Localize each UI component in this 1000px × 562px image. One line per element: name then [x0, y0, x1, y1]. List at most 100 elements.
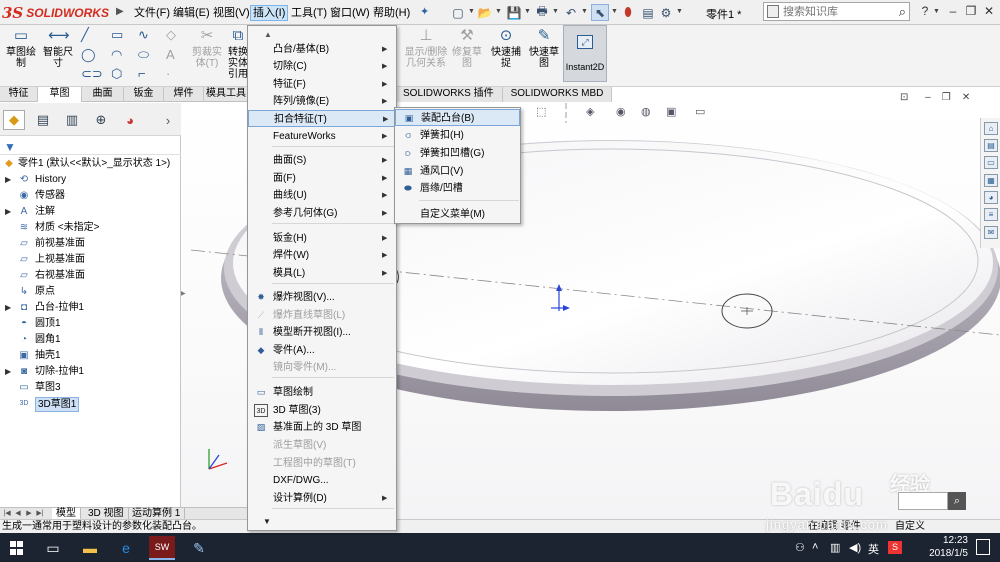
appearances-icon[interactable]: ◕	[984, 191, 998, 204]
chevron-up-icon[interactable]: ˄	[812, 541, 818, 553]
ellipse-tool-icon[interactable]: ⬭	[138, 47, 149, 63]
insert-menu-item[interactable]: 切除(C) ▶	[248, 58, 396, 75]
expand-arrow-icon[interactable]: ▶	[5, 204, 11, 220]
scene-icon[interactable]: ▣	[666, 105, 676, 118]
tab-mold-tools[interactable]: 模具工具	[204, 87, 249, 102]
next-tab-icon[interactable]: ▶	[24, 508, 34, 519]
undo-icon[interactable]: ↶	[562, 4, 580, 21]
tree-item[interactable]: ↳ 原点	[0, 284, 181, 300]
view-settings-icon[interactable]: ▭	[695, 105, 705, 118]
file-properties-icon[interactable]: ▤	[639, 4, 657, 21]
chevron-down-icon[interactable]: ▼	[524, 8, 531, 15]
slot-tool-icon[interactable]: ⊂⊃	[81, 66, 103, 82]
insert-menu-item[interactable]: ◆ 零件(A)...	[248, 342, 396, 359]
restore-button[interactable]: ❐	[962, 4, 980, 20]
tree-item[interactable]: ▱ 前视基准面	[0, 236, 181, 252]
chevron-down-icon[interactable]: ▼	[468, 8, 475, 15]
menu-scroll-down-icon[interactable]: ▼	[263, 517, 271, 526]
network-icon[interactable]: ▥	[830, 541, 840, 554]
tab-sheet-metal[interactable]: 钣金	[124, 87, 164, 102]
insert-menu-item[interactable]: 阵列/镜像(E) ▶	[248, 93, 396, 110]
plane-tool-icon[interactable]: ◇	[166, 27, 176, 43]
tree-item[interactable]: ▱ 上视基准面	[0, 252, 181, 268]
arc-tool-icon[interactable]: ◠	[111, 47, 122, 63]
tree-item[interactable]: ▭ 草图3	[0, 380, 181, 396]
tree-item[interactable]: ▶ A 注解	[0, 204, 181, 220]
first-tab-icon[interactable]: |◀	[2, 508, 12, 519]
dimxpert-manager-tab-icon[interactable]: ⊕	[90, 110, 112, 130]
tree-item[interactable]: ▣ 抽壳1	[0, 348, 181, 364]
tree-filter-row[interactable]: ▼	[0, 137, 181, 155]
rebuild-traffic-light-icon[interactable]: ⬮	[619, 4, 637, 21]
chevron-down-icon[interactable]: ▼	[552, 8, 559, 15]
hide-show-icon[interactable]: ◉	[616, 105, 626, 118]
tab-weldments[interactable]: 焊件	[164, 87, 204, 102]
spline-tool-icon[interactable]: ∿	[138, 27, 149, 43]
volume-icon[interactable]: ◀)	[849, 541, 861, 554]
insert-menu-item[interactable]: 凸台/基体(B) ▶	[248, 41, 396, 58]
view-palette-icon[interactable]: ▦	[984, 174, 998, 187]
chevron-down-icon[interactable]: ▼	[933, 8, 940, 15]
people-icon[interactable]: ⚇	[795, 541, 805, 554]
last-tab-icon[interactable]: ▶|	[35, 508, 45, 519]
solidworks-taskbar-icon[interactable]: SW	[149, 536, 175, 560]
menu-expand-arrow-icon[interactable]: ▶	[116, 6, 124, 17]
tree-item[interactable]: ▶ ⟲ History	[0, 172, 181, 188]
submenu-item[interactable]: ⫐ 弹簧扣凹槽(G)	[395, 145, 520, 162]
menu-insert[interactable]: 插入(I)	[250, 5, 289, 21]
expand-arrow-icon[interactable]: ▶	[5, 172, 11, 188]
rapid-sketch-button[interactable]: ✎ 快速草图	[527, 27, 561, 69]
print-icon[interactable]: 🖶	[533, 4, 551, 21]
quick-snaps-button[interactable]: ⊙ 快速捕捉	[488, 27, 524, 69]
circle-tool-icon[interactable]: ◯	[81, 47, 96, 63]
paint-icon[interactable]: ✎	[186, 536, 212, 560]
tree-item[interactable]: ≋ 材质 <未指定>	[0, 220, 181, 236]
line-tool-icon[interactable]: ╱	[81, 27, 89, 43]
chevron-down-icon[interactable]: ▼	[676, 8, 683, 15]
text-tool-icon[interactable]: A	[166, 47, 175, 62]
fillet-tool-icon[interactable]: ⌐	[138, 66, 146, 81]
menu-view[interactable]: 视图(V)	[211, 5, 252, 21]
chevron-down-icon[interactable]: ▼	[611, 8, 618, 15]
file-explorer-icon[interactable]: ▬	[77, 536, 103, 560]
property-manager-tab-icon[interactable]: ▤	[32, 110, 54, 130]
rectangle-tool-icon[interactable]: ▭	[111, 27, 123, 43]
feature-manager-tab-icon[interactable]: ◆	[3, 110, 25, 130]
menu-edit[interactable]: 编辑(E)	[171, 5, 212, 21]
insert-menu-item[interactable]: 参考几何体(G) ▶	[248, 205, 396, 222]
menu-window[interactable]: 窗口(W)	[328, 5, 372, 21]
search-input[interactable]	[783, 4, 888, 19]
polygon-tool-icon[interactable]: ⬡	[111, 66, 122, 82]
menu-file[interactable]: 文件(F)	[132, 5, 172, 21]
insert-menu-item[interactable]: 曲线(U) ▶	[248, 187, 396, 204]
insert-menu-item[interactable]: 3D 3D 草图(3)	[248, 402, 396, 419]
tree-item[interactable]: ◔ 圆角1	[0, 332, 181, 348]
close-button[interactable]: ✕	[980, 4, 998, 20]
submenu-item[interactable]: ⫏ 弹簧扣(H)	[395, 127, 520, 144]
menu-tools[interactable]: 工具(T)	[289, 5, 329, 21]
clock[interactable]: 12:23 2018/1/5	[912, 534, 968, 560]
tab-solidworks-mbd[interactable]: SOLIDWORKS MBD	[502, 87, 613, 102]
viewport-expand-icon[interactable]: ⊡	[900, 92, 908, 103]
insert-menu-item[interactable]: ⫴ 模型断开视图(I)...	[248, 324, 396, 341]
filter-icon[interactable]: ▼	[4, 140, 16, 154]
insert-menu-item[interactable]: 设计算例(D) ▶	[248, 490, 396, 507]
display-relations-button[interactable]: ⊥ 显示/删除几何关系	[404, 27, 448, 69]
ime-indicator[interactable]: 英	[868, 541, 879, 557]
insert-menu-item[interactable]: ⟋ 爆炸直线草图(L)	[248, 307, 396, 324]
chevron-down-icon[interactable]: ▼	[581, 8, 588, 15]
trim-entities-button[interactable]: ✂ 剪裁实体(T)	[188, 27, 226, 69]
tree-item[interactable]: 3D 3D草图1	[0, 396, 181, 412]
file-explorer-icon[interactable]: ▭	[984, 156, 998, 169]
display-manager-tab-icon[interactable]: ◕	[119, 110, 141, 130]
previous-tab-icon[interactable]: ◀	[13, 508, 23, 519]
insert-menu-item[interactable]: 模具(L) ▶	[248, 265, 396, 282]
instant2d-button[interactable]: ⤢ Instant2D	[563, 25, 607, 82]
expand-arrow-icon[interactable]: ▶	[5, 364, 11, 380]
design-library-icon[interactable]: ▤	[984, 139, 998, 152]
edge-browser-icon[interactable]: e	[113, 536, 139, 560]
tab-features[interactable]: 特征	[0, 87, 38, 102]
insert-menu-item[interactable]: 镜向零件(M)...	[248, 359, 396, 376]
point-tool-icon[interactable]: ·	[166, 66, 170, 81]
expand-arrow-icon[interactable]: ▶	[5, 300, 11, 316]
